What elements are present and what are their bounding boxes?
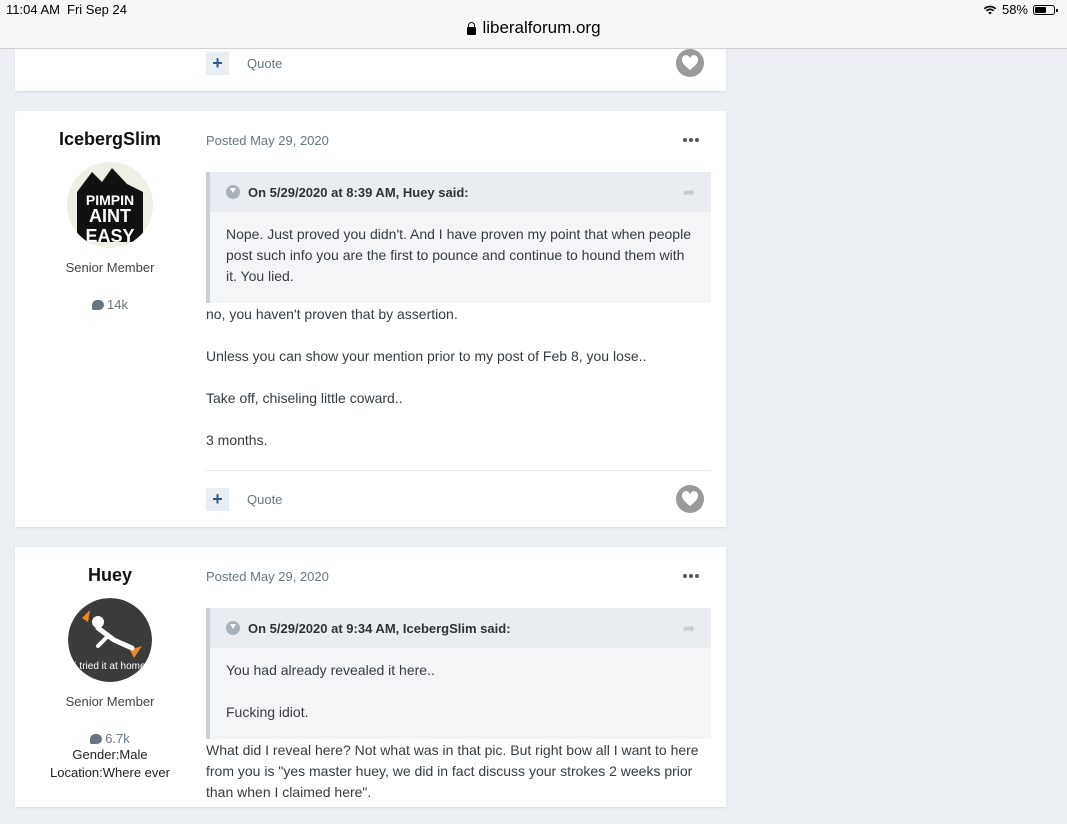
quote-button[interactable]: Quote xyxy=(247,492,282,507)
heart-icon xyxy=(681,491,699,506)
quote-header: On 5/29/2020 at 9:34 AM, IcebergSlim sai… xyxy=(210,608,711,648)
quote-citation: On 5/29/2020 at 9:34 AM, IcebergSlim sai… xyxy=(248,620,511,636)
post-count-value: 14k xyxy=(107,297,128,312)
post-content: no, you haven't proven that by assertion… xyxy=(206,304,711,472)
quote-paragraph: Nope. Just proved you didn't. And I have… xyxy=(226,226,691,284)
post-count[interactable]: 6.7k xyxy=(15,731,205,746)
battery-icon xyxy=(1033,4,1058,15)
heart-icon xyxy=(681,55,699,70)
member-location: Location:Where ever xyxy=(50,765,170,780)
status-time: 11:04 AM xyxy=(6,2,60,17)
avatar-image: i tried it at home xyxy=(68,598,152,682)
quote-body: You had already revealed it here.. Fucki… xyxy=(210,648,711,735)
url-text: liberalforum.org xyxy=(482,18,601,37)
more-options-icon[interactable] xyxy=(683,574,699,578)
avatar-caption: i tried it at home xyxy=(74,661,146,672)
wifi-icon xyxy=(983,5,997,14)
post-date[interactable]: Posted May 29, 2020 xyxy=(206,569,329,584)
browser-status-bar: 11:04 AM Fri Sep 24 58% liberalforum.org xyxy=(0,0,1067,49)
lock-icon xyxy=(466,21,477,35)
post-card: Huey i tried it at home Senior Member 6.… xyxy=(15,547,726,807)
comment-icon xyxy=(92,299,105,310)
post-paragraph: 3 months. xyxy=(206,432,268,448)
quote-body: Nope. Just proved you didn't. And I have… xyxy=(210,212,711,299)
avatar[interactable]: i tried it at home xyxy=(68,598,152,682)
quote-header: On 5/29/2020 at 8:39 AM, Huey said: ➦ xyxy=(210,172,711,212)
avatar[interactable]: PIMPIN AINT EASY xyxy=(67,162,153,248)
quote-citation: On 5/29/2020 at 8:39 AM, Huey said: xyxy=(248,184,469,200)
like-button[interactable] xyxy=(676,49,704,77)
post-content: What did I reveal here? Not what was in … xyxy=(206,740,711,824)
quote-block: On 5/29/2020 at 9:34 AM, IcebergSlim sai… xyxy=(206,608,711,739)
author-panel: IcebergSlim PIMPIN AINT EASY Senior Memb… xyxy=(15,129,205,312)
post-date[interactable]: Posted May 29, 2020 xyxy=(206,133,329,148)
member-gender: Gender:Male xyxy=(72,747,148,762)
status-right: 58% xyxy=(983,2,1058,17)
author-name[interactable]: Huey xyxy=(15,565,205,586)
post-paragraph: What did I reveal here? Not what was in … xyxy=(206,742,699,800)
battery-percent: 58% xyxy=(1001,2,1028,17)
post-paragraph: Take off, chiseling little coward.. xyxy=(206,390,403,406)
post-card: IcebergSlim PIMPIN AINT EASY Senior Memb… xyxy=(15,111,726,527)
quote-paragraph: You had already revealed it here.. xyxy=(226,662,435,678)
comment-icon xyxy=(90,733,103,744)
author-name[interactable]: IcebergSlim xyxy=(15,129,205,150)
post-count[interactable]: 14k xyxy=(15,297,205,312)
share-icon[interactable]: ➦ xyxy=(683,620,695,637)
multiquote-button[interactable]: + xyxy=(206,52,229,75)
multiquote-button[interactable]: + xyxy=(206,488,229,511)
post-count-value: 6.7k xyxy=(105,731,130,746)
member-rank: Senior Member xyxy=(65,694,155,709)
post-paragraph: no, you haven't proven that by assertion… xyxy=(206,306,458,322)
status-date: Fri Sep 24 xyxy=(67,2,127,17)
avatar-image: PIMPIN AINT EASY xyxy=(67,162,153,248)
member-rank: Senior Member xyxy=(65,260,155,275)
post-paragraph: Unless you can show your mention prior t… xyxy=(206,348,647,364)
author-panel: Huey i tried it at home Senior Member 6.… xyxy=(15,565,205,782)
avatar-text-2: AINT xyxy=(89,206,131,226)
avatar-text-3: EASY xyxy=(85,226,134,246)
chevron-down-icon[interactable] xyxy=(226,621,240,635)
quote-paragraph: Fucking idiot. xyxy=(226,704,309,720)
address-bar[interactable]: liberalforum.org xyxy=(0,18,1067,38)
divider xyxy=(206,470,711,471)
quote-button[interactable]: Quote xyxy=(247,56,282,71)
more-options-icon[interactable] xyxy=(683,138,699,142)
share-icon[interactable]: ➦ xyxy=(683,184,695,201)
like-button[interactable] xyxy=(676,485,704,513)
quote-block: On 5/29/2020 at 8:39 AM, Huey said: ➦ No… xyxy=(206,172,711,303)
chevron-down-icon[interactable] xyxy=(226,185,240,199)
